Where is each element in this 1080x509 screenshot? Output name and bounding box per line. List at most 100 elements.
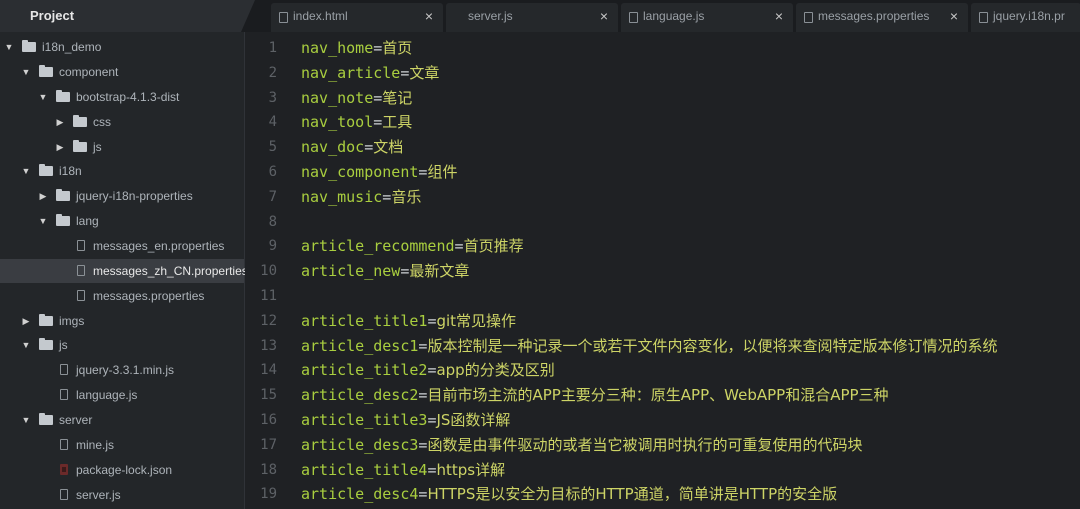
tree-folder-jquery-i18n-properties[interactable]: ▶ jquery-i18n-properties	[0, 184, 244, 208]
property-key: article_new	[301, 262, 401, 281]
file-icon	[979, 12, 988, 23]
chevron-down-icon[interactable]: ▼	[21, 333, 31, 357]
tree-label: server	[59, 413, 93, 427]
tab-language-js[interactable]: language.js ×	[621, 3, 793, 32]
chevron-down-icon[interactable]: ▼	[21, 408, 31, 432]
code-text: article_title1=git常见操作	[301, 309, 516, 334]
file-icon	[279, 12, 288, 23]
tree-file-jquery[interactable]: jquery-3.3.1.min.js	[0, 358, 244, 382]
property-value: 目前市场主流的APP主要分三种：原生APP、WebAPP和混合APP三种	[427, 386, 889, 405]
close-icon[interactable]: ×	[425, 3, 433, 30]
code-line[interactable]: 19 article_desc4=HTTPS是以安全为目标的HTTP通道，简单讲是…	[245, 482, 1080, 507]
code-line[interactable]: 7 nav_music=音乐	[245, 185, 1080, 210]
property-key: article_title4	[301, 460, 428, 479]
code-line[interactable]: 5 nav_doc=文档	[245, 135, 1080, 160]
tree-folder-i18n[interactable]: ▼ i18n	[0, 159, 244, 183]
property-value: 最新文章	[409, 262, 470, 281]
tree-folder-js-bootstrap[interactable]: ▶ js	[0, 135, 244, 159]
tree-folder-bootstrap[interactable]: ▼ bootstrap-4.1.3-dist	[0, 85, 244, 109]
tab-messages-properties[interactable]: messages.properties ×	[796, 3, 968, 32]
code-line[interactable]: 2 nav_article=文章	[245, 61, 1080, 86]
code-line[interactable]: 4 nav_tool=工具	[245, 110, 1080, 135]
tree-file-messages-zh-cn[interactable]: messages_zh_CN.properties	[0, 259, 248, 283]
close-icon[interactable]: ×	[600, 3, 608, 30]
tree-label: messages_zh_CN.properties	[93, 264, 248, 278]
code-line[interactable]: 11	[245, 284, 1080, 309]
tree-file-language-js[interactable]: language.js	[0, 383, 244, 407]
file-icon	[804, 12, 813, 23]
folder-icon	[39, 164, 53, 176]
code-line[interactable]: 1 nav_home=首页	[245, 36, 1080, 61]
tree-label: messages_en.properties	[93, 239, 225, 253]
tree-folder-server[interactable]: ▼ server	[0, 408, 244, 432]
chevron-right-icon[interactable]: ▶	[38, 184, 48, 208]
code-text: nav_home=首页	[301, 36, 412, 61]
chevron-right-icon[interactable]: ▶	[21, 309, 31, 333]
tab-index-html[interactable]: index.html ×	[271, 3, 443, 32]
code-line[interactable]: 8	[245, 210, 1080, 235]
tab-server-js[interactable]: server.js ×	[446, 3, 618, 32]
tree-file-package-lock[interactable]: package-lock.json	[0, 458, 244, 482]
property-key: nav_tool	[301, 113, 374, 132]
chevron-down-icon[interactable]: ▼	[38, 209, 48, 233]
close-icon[interactable]: ×	[775, 3, 783, 30]
code-line[interactable]: 10 article_new=最新文章	[245, 259, 1080, 284]
chevron-down-icon[interactable]: ▼	[4, 35, 14, 59]
chevron-right-icon[interactable]: ▶	[55, 110, 65, 134]
file-icon	[60, 364, 68, 375]
tree-file-messages-en[interactable]: messages_en.properties	[0, 234, 244, 258]
chevron-down-icon[interactable]: ▼	[21, 60, 31, 84]
line-number: 1	[268, 40, 277, 56]
code-line[interactable]: 13 article_desc1=版本控制是一种记录一个或若干文件内容变化，以便将…	[245, 334, 1080, 359]
code-line[interactable]: 9 article_recommend=首页推荐	[245, 234, 1080, 259]
code-text: nav_tool=工具	[301, 110, 412, 135]
tree-label: server.js	[76, 488, 121, 502]
code-text: nav_music=音乐	[301, 185, 421, 210]
tree-folder-lang[interactable]: ▼ lang	[0, 209, 244, 233]
tree-label: js	[93, 140, 102, 154]
tree-folder-component[interactable]: ▼ component	[0, 60, 244, 84]
code-line[interactable]: 15 article_desc2=目前市场主流的APP主要分三种：原生APP、We…	[245, 383, 1080, 408]
tree-label: js	[59, 338, 68, 352]
code-text: article_new=最新文章	[301, 259, 469, 284]
code-text: nav_component=组件	[301, 160, 457, 185]
tree-file-mine-js[interactable]: mine.js	[0, 433, 244, 457]
code-text: article_desc4=HTTPS是以安全为目标的HTTP通道，简单讲是HT…	[301, 482, 837, 507]
code-text: article_desc3=函数是由事件驱动的或者当它被调用时执行的可重复使用的…	[301, 433, 862, 458]
code-line[interactable]: 12 article_title1=git常见操作	[245, 309, 1080, 334]
tab-label: jquery.i18n.pr	[993, 9, 1065, 23]
code-line[interactable]: 17 article_desc3=函数是由事件驱动的或者当它被调用时执行的可重复使…	[245, 433, 1080, 458]
code-editor[interactable]: 1 nav_home=首页 2 nav_article=文章 3 nav_note=笔记 4…	[245, 32, 1080, 509]
line-number: 7	[268, 188, 277, 205]
code-line[interactable]: 16 article_title3=JS函数详解	[245, 408, 1080, 433]
tree-file-messages[interactable]: messages.properties	[0, 284, 244, 308]
tree-label: bootstrap-4.1.3-dist	[76, 90, 180, 104]
property-key: nav_music	[301, 187, 383, 206]
tree-folder-js[interactable]: ▼ js	[0, 333, 244, 357]
tree-folder-css[interactable]: ▶ css	[0, 110, 244, 134]
tree-folder-imgs[interactable]: ▶ imgs	[0, 309, 244, 333]
code-line[interactable]: 6 nav_component=组件	[245, 160, 1080, 185]
folder-icon	[39, 338, 53, 350]
tree-folder-i18n-demo[interactable]: ▼ i18n_demo	[0, 35, 244, 59]
chevron-right-icon[interactable]: ▶	[55, 135, 65, 159]
project-panel-tab[interactable]: Project	[0, 0, 255, 32]
package-icon	[60, 464, 68, 475]
line-number: 6	[268, 164, 277, 180]
tab-label: language.js	[643, 9, 705, 23]
code-text: article_recommend=首页推荐	[301, 234, 524, 259]
tab-jquery-i18n-properties[interactable]: jquery.i18n.pr	[971, 3, 1080, 32]
code-line[interactable]: 18 article_title4=https详解	[245, 458, 1080, 483]
close-icon[interactable]: ×	[950, 3, 958, 30]
chevron-down-icon[interactable]: ▼	[38, 85, 48, 109]
code-line[interactable]: 3 nav_note=笔记	[245, 86, 1080, 111]
tree-file-server-js[interactable]: server.js	[0, 483, 244, 507]
editor-tabs: index.html × server.js × language.js × m…	[258, 0, 1080, 32]
property-key: article_desc2	[301, 386, 419, 405]
code-line[interactable]: 14 article_title2=app的分类及区别	[245, 358, 1080, 383]
line-number: 2	[268, 64, 277, 81]
tree-label: messages.properties	[93, 289, 205, 303]
line-number: 18	[260, 461, 277, 478]
line-number: 14	[260, 362, 277, 379]
chevron-down-icon[interactable]: ▼	[21, 159, 31, 183]
